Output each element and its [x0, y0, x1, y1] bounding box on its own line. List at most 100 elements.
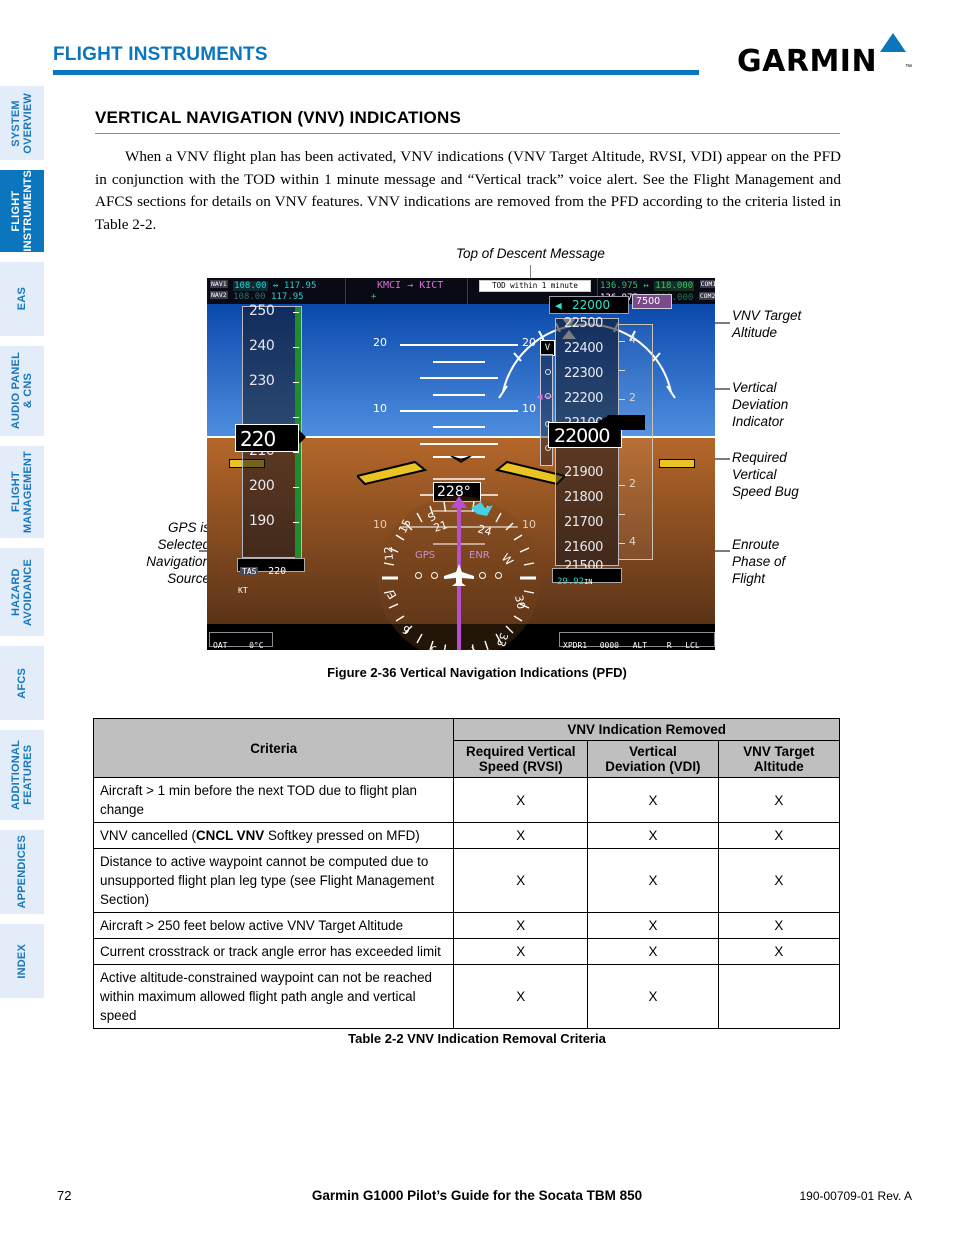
cell-vdi: X — [587, 938, 719, 965]
table-row: Distance to active waypoint cannot be co… — [92, 848, 841, 913]
sidebar-tab-label: SYSTEM OVERVIEW — [10, 92, 34, 154]
cell-criteria: Aircraft > 1 min before the next TOD due… — [92, 777, 455, 823]
pfd-vdi-pointer-icon: ◂— — [535, 387, 554, 405]
pfd-xpdr-code: 0000 — [599, 641, 619, 650]
header-vdi: Vertical Deviation (VDI) — [587, 740, 719, 778]
table-caption: Table 2-2 VNV Indication Removal Criteri… — [348, 1031, 606, 1046]
page-title: FLIGHT INSTRUMENTS — [53, 44, 268, 65]
pfd-horizontal-situation-indicator: 21 24 W 30 33 N 3 6 E 12 15 S GPS ENR — [377, 496, 541, 650]
pfd-alt-tick-21900: 21900 — [564, 465, 603, 480]
page-header: FLIGHT INSTRUMENTS — [53, 44, 699, 78]
pfd-wind-bug-icon — [471, 502, 493, 516]
pfd-com1-swap-icon: ↔ — [643, 281, 649, 291]
pfd-time-reference: LCL — [685, 641, 700, 650]
pfd-alt-tick-22200: 22200 — [564, 391, 603, 406]
svg-text:W: W — [499, 551, 516, 568]
cell-vdi: X — [587, 848, 719, 913]
pfd-alt-tick-21700: 21700 — [564, 515, 603, 530]
pfd-transponder-box: XPDR1 0000 ALT R LCL 06:57:11 — [559, 632, 715, 650]
pfd-oat-label: OAT — [213, 641, 228, 650]
pfd-asi-tick-190: 190 — [249, 513, 275, 529]
pfd-tas-units: KT — [238, 586, 248, 595]
pfd-tod-message: TOD within 1 minute — [479, 280, 591, 292]
table-header-row-1: Criteria VNV Indication Removed — [92, 718, 840, 778]
header-divider — [53, 70, 699, 75]
cell-vnv-target-altitude: X — [717, 912, 841, 939]
pfd-aircraft-heading-icon — [444, 564, 474, 586]
pfd-asi-tick-230: 230 — [249, 373, 275, 389]
pfd-screenshot: 20 20 10 10 10 10 NAV1 108.00 ↔ 117.95 N… — [207, 278, 715, 650]
table-row: Aircraft > 1 min before the next TOD due… — [92, 777, 841, 823]
cell-rvsi: X — [453, 822, 589, 849]
pfd-from-waypoint: KMCI — [377, 280, 402, 291]
pfd-nav2-label: NAV2 — [210, 291, 228, 299]
vnv-removal-criteria-table: Criteria VNV Indication Removed Required… — [92, 718, 841, 1029]
annotation-vertical-deviation-indicator: Vertical Deviation Indicator — [732, 380, 789, 429]
pfd-oat-box: OAT 0°C — [209, 632, 273, 650]
pfd-vsi-label-dn2: 2 — [629, 477, 636, 490]
pfd-xpdr-reply-icon: R — [666, 641, 672, 650]
pfd-com1-standby: 118.000 — [654, 281, 695, 291]
annotation-required-vertical-speed-bug: Required Vertical Speed Bug — [732, 450, 799, 499]
pfd-alt-tick-22500: 22500 — [564, 316, 603, 331]
table-row: Active altitude-constrained waypoint can… — [92, 964, 841, 1029]
footer-part-number: 190-00709-01 Rev. A — [799, 1189, 912, 1203]
softkey-name: CNCL VNV — [196, 828, 265, 843]
sidebar-tab-label: INDEX — [16, 943, 28, 979]
pfd-hsi-nav-source: GPS — [415, 550, 436, 561]
svg-text:N: N — [465, 644, 480, 650]
sidebar-tab-flight-instruments[interactable]: FLIGHT INSTRUMENTS — [0, 170, 44, 252]
pfd-selected-altitude-value: 22000 — [572, 298, 611, 312]
table-row: Current crosstrack or track angle error … — [92, 938, 841, 965]
sidebar-tab-appendices[interactable]: APPENDICES — [0, 830, 44, 914]
cell-rvsi: X — [453, 938, 589, 965]
cell-vdi: X — [587, 822, 719, 849]
table-body: Aircraft > 1 min before the next TOD due… — [92, 777, 841, 1029]
pfd-altitude-value: 22000 — [554, 425, 610, 447]
pfd-altitude-bug-icon: ◀ — [555, 299, 562, 312]
pfd-baro-units: IN — [584, 578, 593, 586]
svg-text:E: E — [385, 588, 400, 601]
pfd-barometric-setting-box: 29.92IN — [552, 568, 622, 587]
cell-vnv-target-altitude: X — [717, 777, 841, 823]
header-vnv-target-altitude: VNV Target Altitude — [717, 740, 841, 778]
annotation-enroute-phase: Enroute Phase of Flight — [732, 537, 786, 586]
pfd-vsi-label-dn4: 4 — [629, 535, 636, 548]
pfd-required-vertical-speed-bug-icon — [597, 415, 645, 430]
sidebar-tab-system-overview[interactable]: SYSTEM OVERVIEW — [0, 86, 44, 160]
garmin-logo: GARMIN ™ — [737, 33, 912, 79]
annotation-gps-nav-source: GPS is Selected Navigation Source — [146, 520, 210, 586]
svg-text:33: 33 — [494, 631, 511, 648]
garmin-trademark: ™ — [905, 64, 912, 71]
pfd-com1-active: 136.975 — [600, 281, 638, 291]
sidebar-tab-additional-features[interactable]: ADDITIONAL FEATURES — [0, 730, 44, 820]
cell-vdi: X — [587, 964, 719, 1029]
pfd-com2-label: COM2 — [698, 292, 715, 300]
pfd-hsi-phase-of-flight: ENR — [469, 550, 490, 561]
garmin-wordmark: GARMIN — [737, 44, 878, 79]
garmin-triangle-icon — [880, 33, 906, 52]
sidebar-tab-index[interactable]: INDEX — [0, 924, 44, 998]
svg-text:24: 24 — [476, 522, 493, 538]
cell-vnv-target-altitude: X — [717, 938, 841, 965]
pfd-vsi-label-up2: 2 — [629, 391, 636, 404]
cell-vnv-target-altitude: X — [717, 848, 841, 913]
cell-criteria: Distance to active waypoint cannot be co… — [92, 848, 455, 913]
pfd-alt-tick-22400: 22400 — [564, 341, 603, 356]
pfd-nav1-swap-icon: ↔ — [273, 281, 279, 291]
pfd-alt-tick-21600: 21600 — [564, 540, 603, 555]
pfd-vertical-deviation-indicator — [540, 354, 553, 466]
pfd-nav1-label: NAV1 — [210, 280, 228, 288]
section-heading: VERTICAL NAVIGATION (VNV) INDICATIONS — [95, 108, 461, 127]
cell-vnv-target-altitude: X — [717, 822, 841, 849]
pfd-tas-value: 220 — [268, 566, 287, 577]
pfd-to-waypoint: KICT — [419, 280, 444, 291]
header-rvsi: Required Vertical Speed (RVSI) — [453, 740, 589, 778]
svg-text:6: 6 — [400, 622, 412, 637]
pfd-route-arrow-icon: → — [407, 280, 414, 291]
pfd-asi-tick-250: 250 — [249, 303, 275, 319]
cell-criteria: Current crosstrack or track angle error … — [92, 938, 455, 965]
svg-text:12: 12 — [382, 546, 396, 561]
pfd-nav1-standby: 117.95 — [283, 281, 317, 291]
pfd-course-pointer-icon — [451, 496, 467, 508]
